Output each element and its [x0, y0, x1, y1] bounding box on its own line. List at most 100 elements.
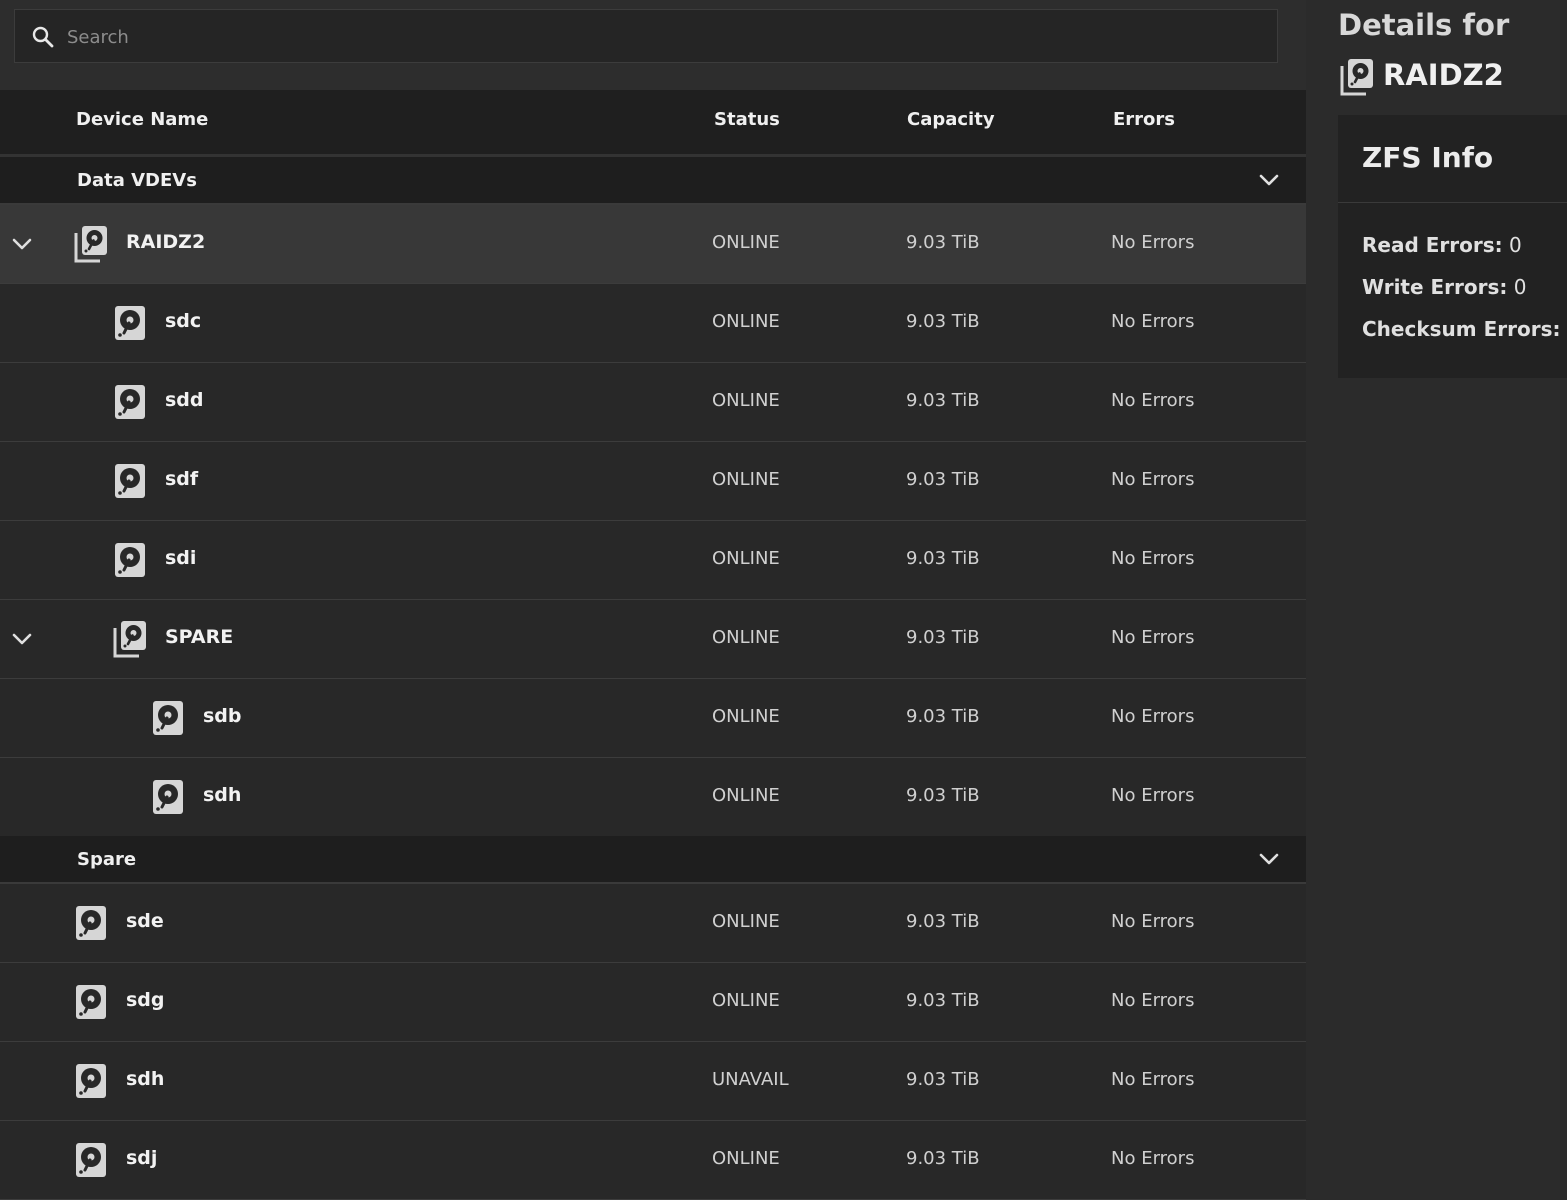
search-icon [32, 26, 54, 48]
device-errors: No Errors [1111, 548, 1195, 569]
hard-disk-icon [113, 304, 147, 342]
device-name: sdf [165, 468, 199, 490]
column-header-errors[interactable]: Errors [1113, 109, 1175, 130]
device-errors: No Errors [1111, 1148, 1195, 1169]
device-name: RAIDZ2 [126, 231, 206, 253]
vdev-stack-icon [113, 620, 147, 658]
device-status: ONLINE [712, 990, 780, 1011]
column-header-device-name[interactable]: Device Name [76, 109, 208, 130]
table-row-sdb[interactable]: sdb ONLINE 9.03 TiB No Errors [0, 679, 1306, 758]
hard-disk-icon [151, 699, 185, 737]
device-name: sdc [165, 310, 202, 332]
hard-disk-icon [74, 1062, 108, 1100]
device-capacity: 9.03 TiB [906, 311, 980, 332]
vdev-stack-icon [1340, 58, 1374, 96]
device-status: ONLINE [712, 311, 780, 332]
table-row-sdg[interactable]: sdg ONLINE 9.03 TiB No Errors [0, 963, 1306, 1042]
table-row-sdc[interactable]: sdc ONLINE 9.03 TiB No Errors [0, 284, 1306, 363]
table-row-sdh[interactable]: sdh ONLINE 9.03 TiB No Errors [0, 758, 1306, 837]
device-errors: No Errors [1111, 311, 1195, 332]
checksum-errors-label: Checksum Errors: [1362, 317, 1561, 341]
device-errors: No Errors [1111, 990, 1195, 1011]
details-panel: Details for RAIDZ2 ZFS Info Read Errors:… [1306, 0, 1567, 1200]
read-errors-line: Read Errors: 0 [1362, 233, 1522, 257]
table-header: Device Name Status Capacity Errors [0, 90, 1306, 157]
chevron-down-icon[interactable] [1256, 848, 1282, 870]
table-row-sdh-spare[interactable]: sdh UNAVAIL 9.03 TiB No Errors [0, 1042, 1306, 1121]
table-row-sdi[interactable]: sdi ONLINE 9.03 TiB No Errors [0, 521, 1306, 600]
hard-disk-icon [151, 778, 185, 816]
table-row-sde[interactable]: sde ONLINE 9.03 TiB No Errors [0, 884, 1306, 963]
device-name: sdb [203, 705, 242, 727]
device-name: SPARE [165, 626, 234, 648]
device-name: sdh [126, 1068, 165, 1090]
checksum-errors-line: Checksum Errors: 0 [1362, 317, 1567, 341]
device-status: UNAVAIL [712, 1069, 789, 1090]
group-label: Spare [77, 849, 137, 870]
device-errors: No Errors [1111, 627, 1195, 648]
device-status: ONLINE [712, 706, 780, 727]
device-status: ONLINE [712, 1148, 780, 1169]
search-box[interactable] [14, 9, 1278, 63]
group-label: Data VDEVs [77, 170, 197, 191]
table-row-sdd[interactable]: sdd ONLINE 9.03 TiB No Errors [0, 363, 1306, 442]
device-status: ONLINE [712, 548, 780, 569]
device-capacity: 9.03 TiB [906, 990, 980, 1011]
zfs-info-title: ZFS Info [1362, 141, 1494, 174]
devices-panel: Device Name Status Capacity Errors Data … [0, 0, 1306, 1200]
device-capacity: 9.03 TiB [906, 627, 980, 648]
device-capacity: 9.03 TiB [906, 1069, 980, 1090]
device-name: sdi [165, 547, 197, 569]
table-row-raidz2[interactable]: RAIDZ2 ONLINE 9.03 TiB No Errors [0, 205, 1306, 284]
column-header-capacity[interactable]: Capacity [907, 109, 995, 130]
device-errors: No Errors [1111, 469, 1195, 490]
details-device-name: RAIDZ2 [1383, 58, 1504, 92]
device-capacity: 9.03 TiB [906, 1148, 980, 1169]
table-row-sdf[interactable]: sdf ONLINE 9.03 TiB No Errors [0, 442, 1306, 521]
device-capacity: 9.03 TiB [906, 469, 980, 490]
vdev-stack-icon [74, 225, 108, 263]
search-input[interactable] [65, 20, 1249, 54]
device-status: ONLINE [712, 785, 780, 806]
chevron-down-icon[interactable] [10, 628, 34, 650]
read-errors-value: 0 [1509, 233, 1522, 257]
column-header-status[interactable]: Status [714, 109, 780, 130]
device-errors: No Errors [1111, 232, 1195, 253]
hard-disk-icon [113, 541, 147, 579]
device-name: sde [126, 910, 164, 932]
device-name: sdj [126, 1147, 158, 1169]
chevron-down-icon[interactable] [1256, 169, 1282, 191]
zfs-info-header: ZFS Info [1338, 115, 1567, 203]
hard-disk-icon [74, 1141, 108, 1179]
device-name: sdg [126, 989, 165, 1011]
hard-disk-icon [113, 462, 147, 500]
zfs-info-card: ZFS Info Read Errors: 0 Write Errors: 0 … [1338, 115, 1567, 378]
device-status: ONLINE [712, 911, 780, 932]
device-capacity: 9.03 TiB [906, 548, 980, 569]
device-capacity: 9.03 TiB [906, 232, 980, 253]
group-row-spare[interactable]: Spare [0, 836, 1306, 884]
details-title: Details for [1338, 8, 1510, 42]
device-errors: No Errors [1111, 911, 1195, 932]
device-errors: No Errors [1111, 706, 1195, 727]
search-area [0, 0, 1306, 90]
hard-disk-icon [74, 904, 108, 942]
group-row-data-vdevs[interactable]: Data VDEVs [0, 157, 1306, 205]
device-status: ONLINE [712, 232, 780, 253]
device-capacity: 9.03 TiB [906, 911, 980, 932]
write-errors-label: Write Errors: [1362, 275, 1508, 299]
device-errors: No Errors [1111, 390, 1195, 411]
device-name: sdd [165, 389, 204, 411]
device-capacity: 9.03 TiB [906, 390, 980, 411]
write-errors-value: 0 [1513, 275, 1527, 299]
device-name: sdh [203, 784, 242, 806]
chevron-down-icon[interactable] [10, 233, 34, 255]
device-status: ONLINE [712, 469, 780, 490]
device-status: ONLINE [712, 627, 780, 648]
hard-disk-icon [113, 383, 147, 421]
device-errors: No Errors [1111, 1069, 1195, 1090]
device-capacity: 9.03 TiB [906, 706, 980, 727]
table-row-spare[interactable]: SPARE ONLINE 9.03 TiB No Errors [0, 600, 1306, 679]
table-row-sdj[interactable]: sdj ONLINE 9.03 TiB No Errors [0, 1121, 1306, 1200]
read-errors-label: Read Errors: [1362, 233, 1503, 257]
